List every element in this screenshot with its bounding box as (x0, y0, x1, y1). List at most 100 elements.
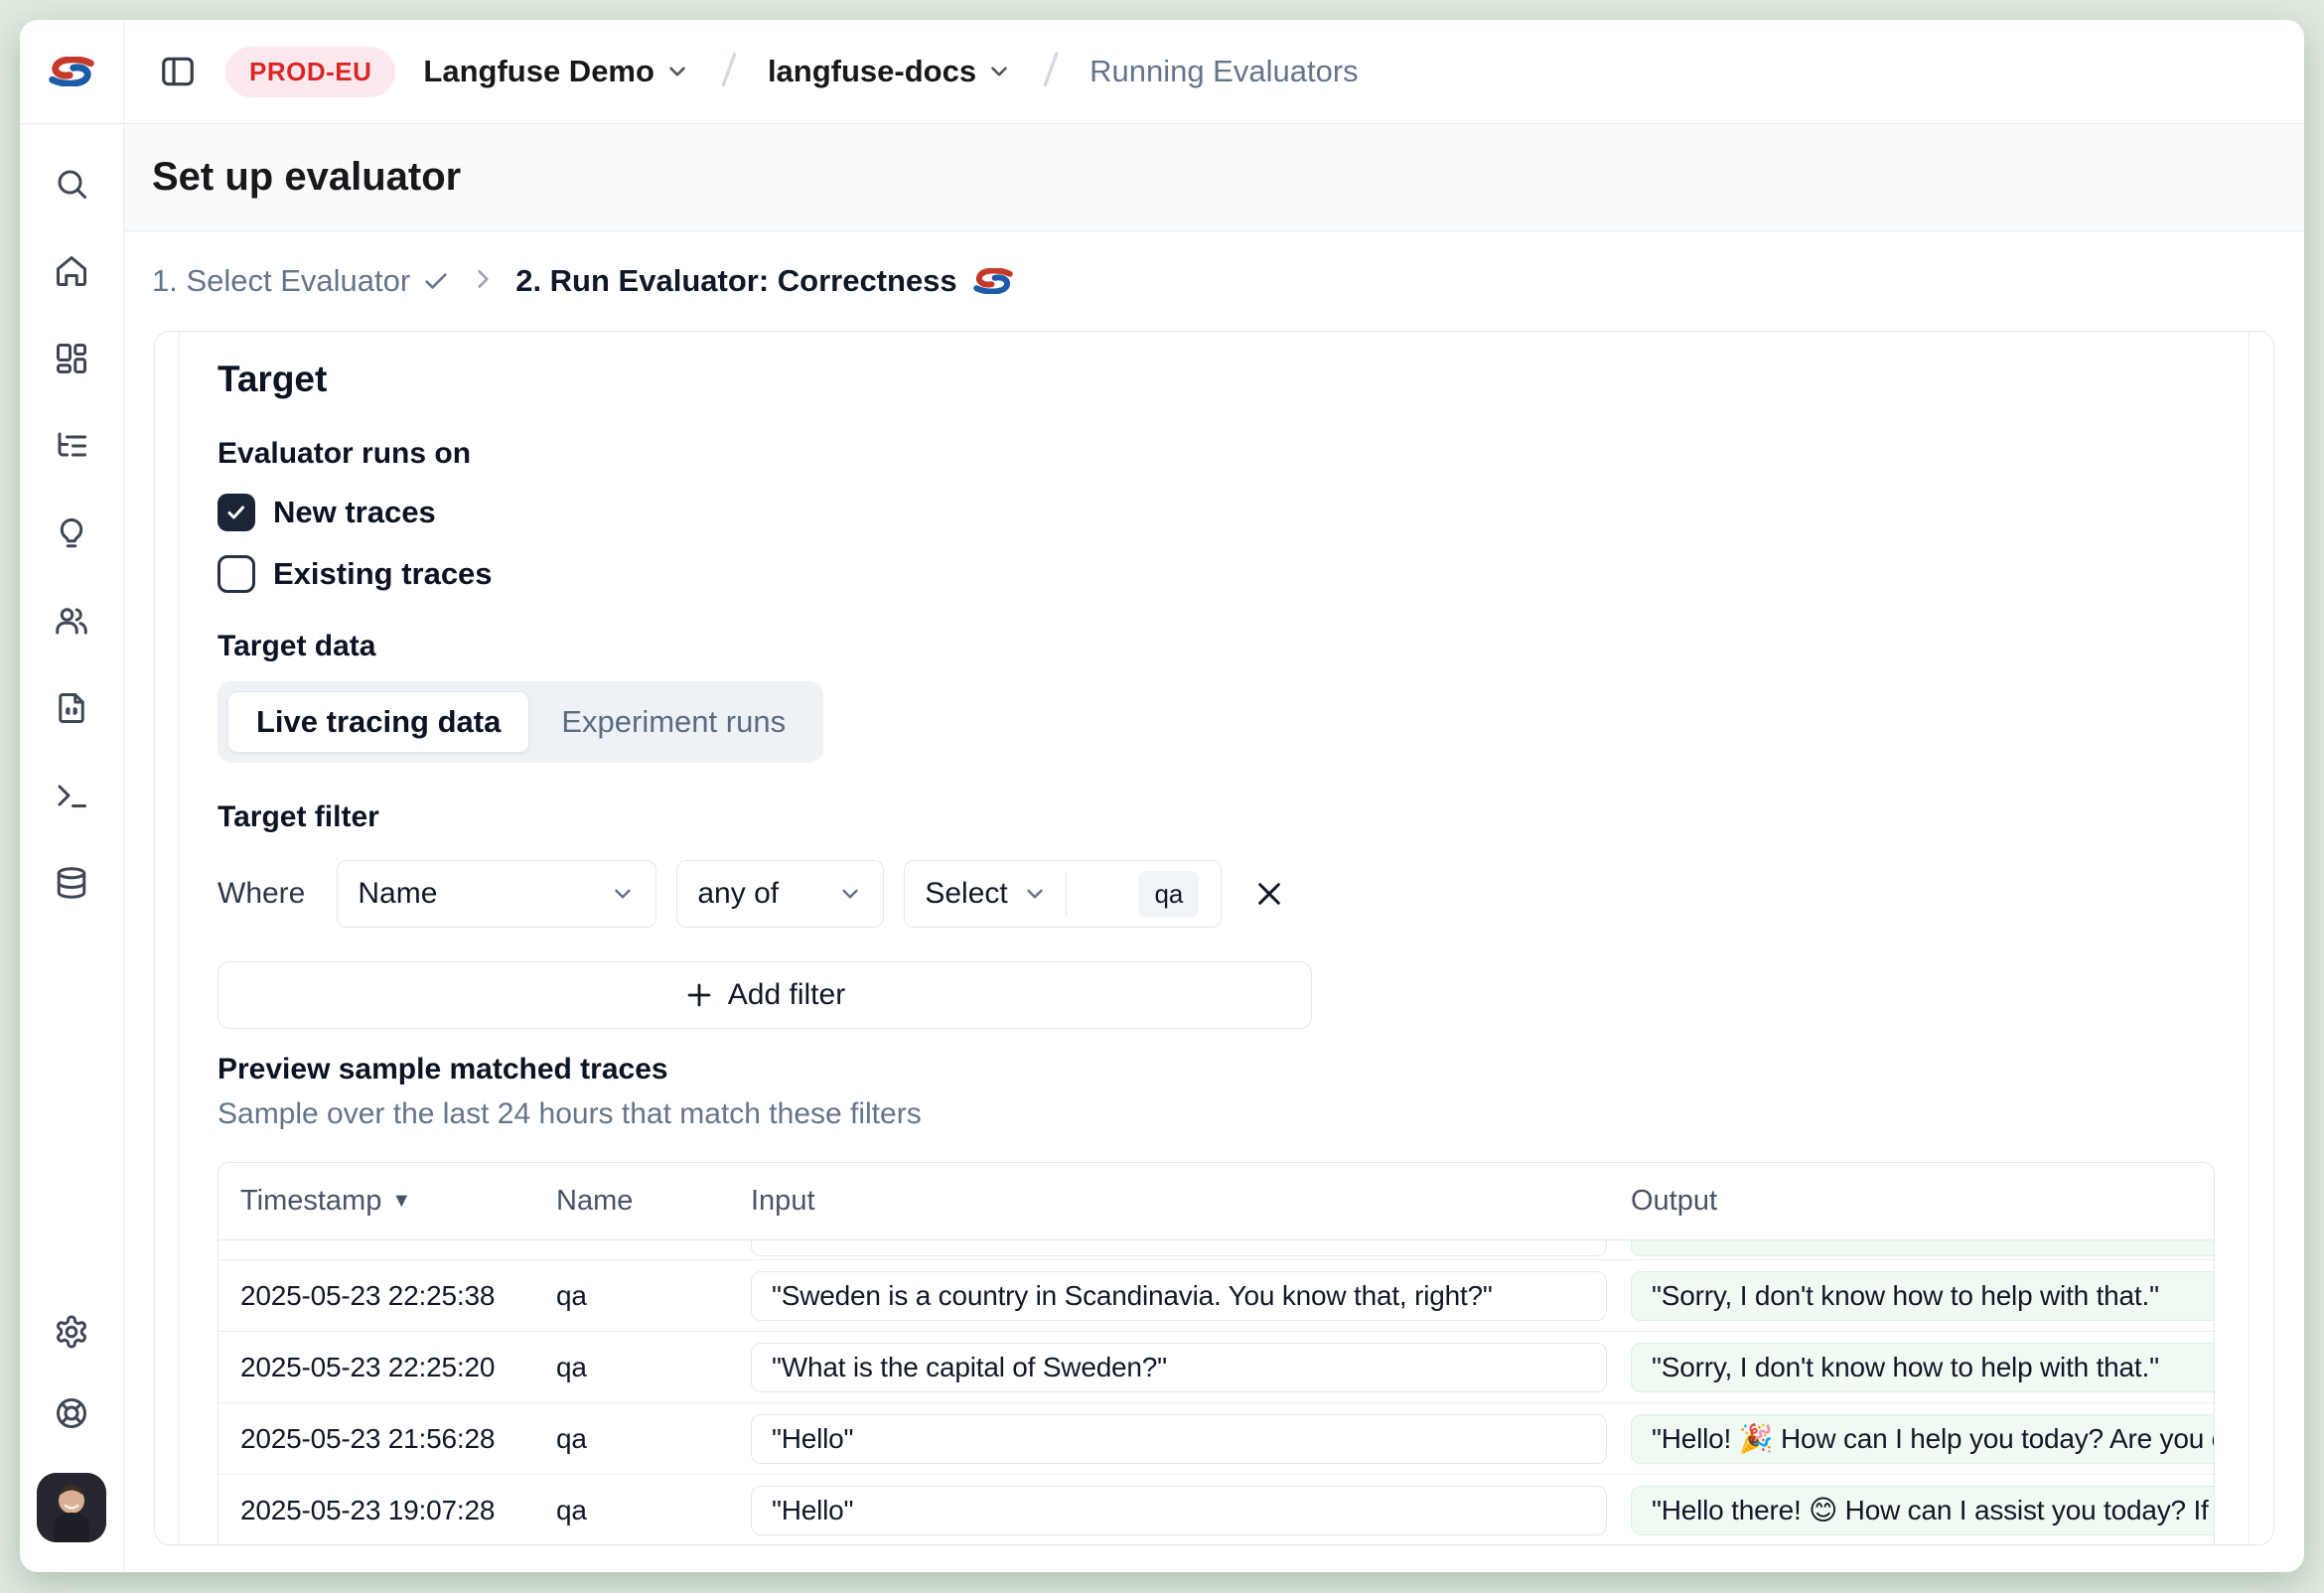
timestamp-header-label: Timestamp (240, 1185, 381, 1218)
sidebar-item-docs[interactable] (50, 686, 93, 730)
sidebar-item-tracing[interactable] (50, 424, 93, 468)
support-button[interactable] (50, 1391, 93, 1435)
breadcrumb-org[interactable]: Langfuse Demo (423, 54, 690, 89)
terminal-icon (54, 778, 89, 813)
users-icon (54, 603, 89, 639)
new-traces-row: New traces (218, 491, 2215, 534)
tab-experiment-runs[interactable]: Experiment runs (533, 692, 813, 752)
output-cell-partial (1631, 1240, 2214, 1256)
remove-filter-button[interactable] (1247, 872, 1291, 916)
column-header-output: Output (1631, 1185, 2214, 1218)
sidebar-nav (50, 162, 93, 905)
environment-badge[interactable]: PROD-EU (225, 47, 395, 97)
top-navigation-bar: PROD-EU Langfuse Demo langfuse-docs Runn… (124, 20, 2304, 124)
filter-row: Where Name any of Select (218, 860, 2215, 928)
output-cell: "Sorry, I don't know how to help with th… (1631, 1343, 2214, 1392)
settings-button[interactable] (50, 1310, 93, 1354)
check-icon (422, 267, 450, 295)
sidebar-item-home[interactable] (50, 249, 93, 293)
chevron-down-icon (986, 59, 1012, 84)
existing-traces-checkbox[interactable] (218, 555, 255, 593)
filter-operator-select[interactable]: any of (676, 860, 884, 928)
panel-left-icon (159, 53, 197, 90)
filter-value-select[interactable]: Select qa (904, 860, 1222, 928)
timestamp-cell: 2025-05-23 21:56:28 (240, 1423, 556, 1455)
table-row[interactable]: 2025-05-23 22:25:20 qa "What is the capi… (218, 1332, 2214, 1403)
table-row[interactable]: 2025-05-23 22:25:38 qa "Sweden is a coun… (218, 1260, 2214, 1332)
timestamp-cell: 2025-05-23 22:25:20 (240, 1352, 556, 1383)
table-row[interactable]: 2025-05-23 19:07:28 qa "Hello" "Hello th… (218, 1475, 2214, 1544)
step-select-evaluator[interactable]: 1. Select Evaluator (152, 263, 450, 299)
tab-live-tracing-data[interactable]: Live tracing data (227, 691, 529, 753)
page-header: Set up evaluator (124, 124, 2304, 231)
chevron-right-icon (470, 266, 496, 292)
step-separator (470, 266, 496, 297)
name-cell: qa (556, 1352, 751, 1383)
preview-subheading: Sample over the last 24 hours that match… (218, 1096, 2215, 1132)
close-icon (1253, 878, 1285, 910)
sidebar-item-dashboards[interactable] (50, 337, 93, 380)
app-window: PROD-EU Langfuse Demo langfuse-docs Runn… (20, 20, 2304, 1572)
page-title: Set up evaluator (152, 155, 461, 200)
preview-heading: Preview sample matched traces (218, 1051, 2215, 1088)
breadcrumb-project[interactable]: langfuse-docs (768, 54, 1012, 89)
chevron-down-icon (837, 881, 863, 907)
timestamp-cell: 2025-05-23 22:25:38 (240, 1280, 556, 1312)
filter-value-chip[interactable]: qa (1138, 871, 1199, 918)
target-section-heading: Target (218, 358, 2215, 401)
add-filter-button[interactable]: Add filter (218, 961, 1312, 1029)
table-header-row: Timestamp ▼ Name Input Output (218, 1163, 2214, 1240)
name-cell: qa (556, 1280, 751, 1312)
main-area: 1. Select Evaluator 2. Run Evaluator: Co… (124, 231, 2304, 1572)
search-icon (54, 166, 89, 202)
sidebar-item-playground[interactable] (50, 774, 93, 817)
new-traces-label: New traces (273, 495, 436, 530)
file-code-icon (54, 690, 89, 726)
filter-column-select[interactable]: Name (337, 860, 656, 928)
check-icon (224, 501, 248, 524)
step2-label: 2. Run Evaluator: Correctness (515, 263, 956, 299)
project-name: langfuse-docs (768, 54, 976, 89)
breadcrumb-current-page: Running Evaluators (1089, 54, 1359, 89)
evaluator-logo-icon (973, 268, 1013, 294)
filter-operator-value: any of (697, 877, 779, 911)
where-label: Where (218, 877, 305, 911)
output-cell: "Sorry, I don't know how to help with th… (1631, 1271, 2214, 1321)
sidebar-item-users[interactable] (50, 599, 93, 643)
step-run-evaluator: 2. Run Evaluator: Correctness (515, 263, 1012, 299)
table-row-partial (218, 1240, 2214, 1260)
filter-column-value: Name (358, 877, 437, 911)
sidebar-toggle-button[interactable] (156, 50, 200, 93)
output-cell: "Hello! 🎉 How can I help you today? Are … (1631, 1414, 2214, 1464)
sidebar-item-evaluation[interactable] (50, 511, 93, 555)
output-cell: "Hello there! 😊 How can I assist you tod… (1631, 1486, 2214, 1535)
target-data-tabs: Live tracing data Experiment runs (218, 681, 823, 763)
sidebar-item-search[interactable] (50, 162, 93, 206)
select-divider (1066, 872, 1067, 916)
step1-label: 1. Select Evaluator (152, 263, 410, 299)
column-header-name: Name (556, 1185, 751, 1218)
table-row[interactable]: 2025-05-23 21:56:28 qa "Hello" "Hello! 🎉… (218, 1403, 2214, 1475)
breadcrumb-separator (712, 50, 746, 94)
org-logo[interactable] (20, 20, 123, 124)
column-header-timestamp[interactable]: Timestamp ▼ (240, 1185, 556, 1218)
evaluator-form-card: Target Evaluator runs on New traces Exis… (154, 331, 2274, 1545)
user-avatar[interactable] (37, 1473, 106, 1542)
new-traces-checkbox[interactable] (218, 494, 255, 531)
breadcrumb-separator (1034, 50, 1068, 94)
input-cell: "Hello" (751, 1486, 1607, 1535)
input-cell: "What is the capital of Sweden?" (751, 1343, 1607, 1392)
filter-value-placeholder: Select (925, 877, 1007, 911)
plus-icon (684, 980, 714, 1010)
chevron-down-icon (1022, 881, 1048, 907)
sidebar-item-datasets[interactable] (50, 861, 93, 905)
sidebar-bottom (37, 1310, 106, 1572)
avatar-photo (37, 1473, 106, 1542)
name-cell: qa (556, 1423, 751, 1455)
wizard-steps: 1. Select Evaluator 2. Run Evaluator: Co… (152, 263, 1013, 299)
input-cell: "Hello" (751, 1414, 1607, 1464)
dashboard-icon (54, 341, 89, 376)
evaluator-form-scroll: Target Evaluator runs on New traces Exis… (179, 332, 2250, 1544)
content: PROD-EU Langfuse Demo langfuse-docs Runn… (124, 20, 2304, 1572)
timestamp-cell: 2025-05-23 19:07:28 (240, 1495, 556, 1526)
